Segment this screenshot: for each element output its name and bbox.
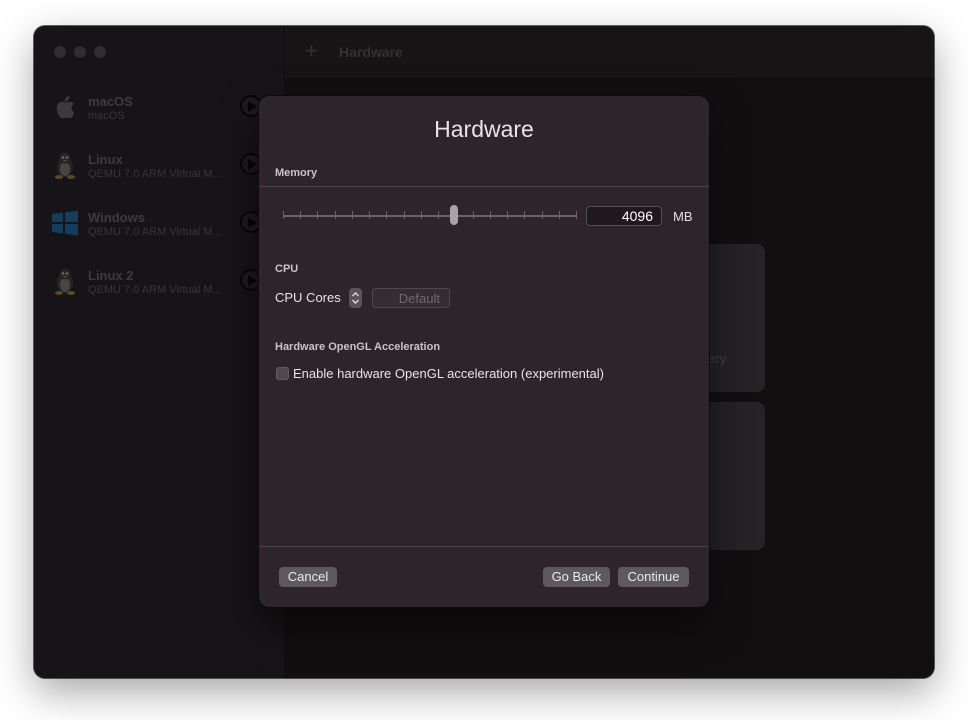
footer-divider (259, 546, 709, 547)
cpu-section-label: CPU (275, 263, 299, 275)
go-back-button[interactable]: Go Back (543, 567, 610, 587)
memory-unit-label: MB (673, 209, 693, 224)
dialog-title: Hardware (434, 116, 534, 142)
cancel-button[interactable]: Cancel (279, 567, 337, 587)
opengl-section-label: Hardware OpenGL Acceleration (275, 341, 441, 353)
slider-thumb[interactable] (449, 205, 458, 225)
memory-section-label: Memory (275, 167, 318, 179)
cpu-cores-stepper[interactable] (349, 288, 362, 308)
slider-track (283, 215, 577, 217)
memory-slider[interactable] (283, 203, 577, 229)
section-divider (259, 186, 709, 187)
cpu-cores-field[interactable]: Default (372, 288, 450, 308)
stepper-chevrons-icon (352, 292, 359, 304)
opengl-checkbox-label[interactable]: Enable hardware OpenGL acceleration (exp… (293, 366, 604, 381)
memory-input[interactable] (586, 206, 662, 226)
continue-button[interactable]: Continue (618, 567, 689, 587)
cpu-cores-label: CPU Cores (275, 290, 341, 305)
opengl-checkbox[interactable] (276, 367, 289, 380)
hardware-dialog: Hardware Memory MB CPU CPU Cores Default… (259, 96, 709, 607)
